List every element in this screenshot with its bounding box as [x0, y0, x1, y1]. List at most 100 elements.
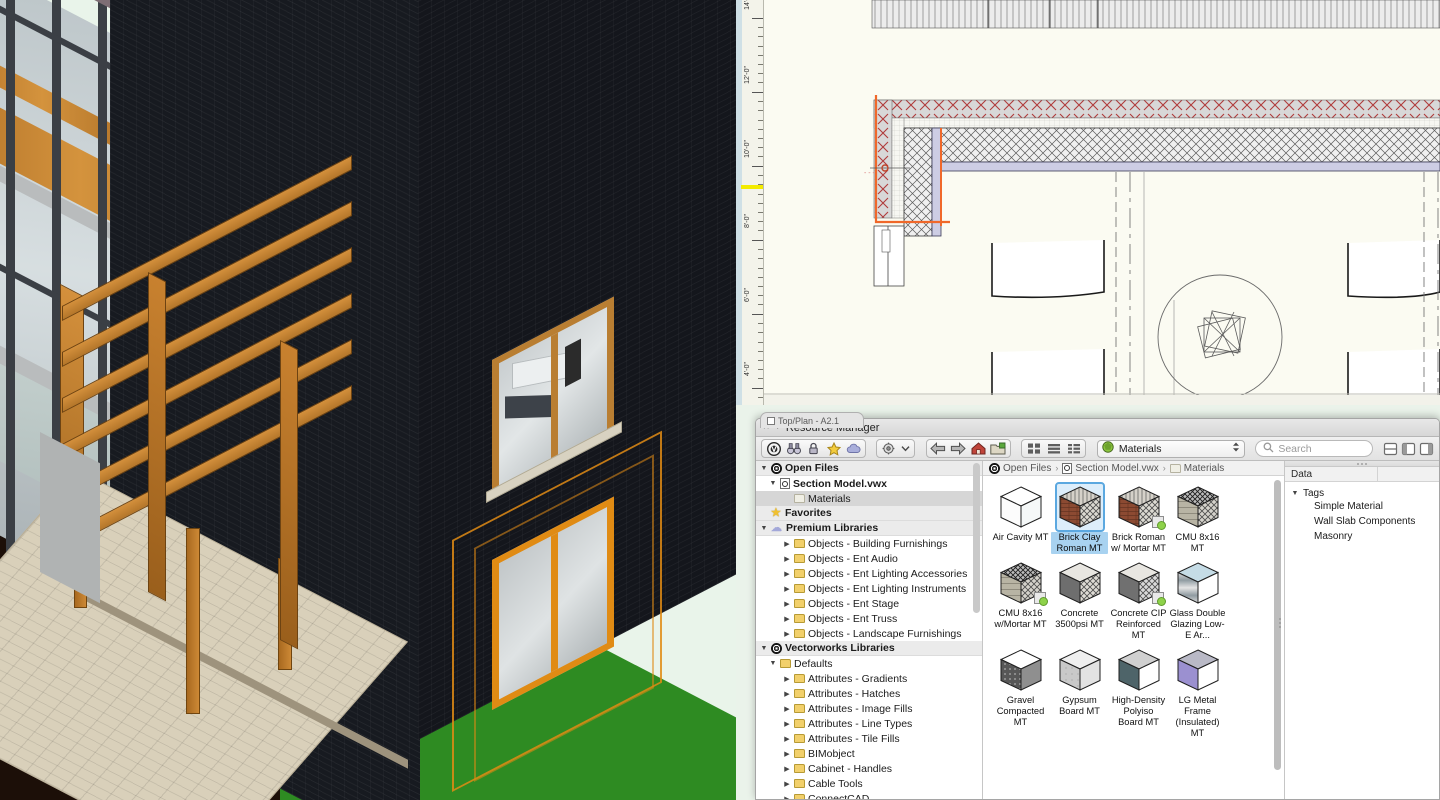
favorites-star-icon[interactable]	[824, 440, 843, 458]
tree-item[interactable]: Vectorworks Libraries	[756, 641, 982, 656]
tree-item[interactable]: Attributes - Gradients	[756, 671, 982, 686]
chevron-down-icon[interactable]	[899, 440, 912, 458]
material-thumbnail[interactable]	[1057, 560, 1103, 606]
tree-item[interactable]: Objects - Ent Stage	[756, 596, 982, 611]
tree-item[interactable]: Attributes - Line Types	[756, 716, 982, 731]
material-item[interactable]: High-Density Polyiso Board MT	[1110, 647, 1167, 739]
chevron-right-icon[interactable]	[783, 600, 791, 608]
cad-drawing-canvas[interactable]: - - -	[764, 0, 1440, 405]
chevron-right-icon[interactable]	[783, 795, 791, 800]
material-thumbnail[interactable]	[998, 560, 1048, 606]
lock-icon[interactable]	[804, 440, 823, 458]
resource-manager-window[interactable]: × + Resource Manager	[755, 418, 1440, 800]
chevron-right-icon[interactable]	[783, 780, 791, 788]
chevron-down-icon[interactable]	[760, 645, 768, 652]
breadcrumb-item[interactable]: Section Model.vwx	[1062, 462, 1159, 474]
view-list-icon[interactable]	[1044, 440, 1063, 458]
tag-item[interactable]: Simple Material	[1291, 499, 1439, 514]
resource-type-select[interactable]: Materials	[1096, 439, 1245, 458]
tree-item[interactable]: Materials	[756, 491, 982, 506]
toolbar-group-settings[interactable]	[876, 439, 916, 458]
tree-item[interactable]: Attributes - Hatches	[756, 686, 982, 701]
breadcrumb-item[interactable]: Materials	[1169, 463, 1224, 474]
chevron-right-icon[interactable]	[783, 540, 791, 548]
breadcrumb-item[interactable]: Open Files	[989, 462, 1051, 474]
resource-tree-panel[interactable]: Open Files Section Model.vwx Materials ★ Fav…	[756, 461, 983, 800]
tree-item[interactable]: Cable Tools	[756, 776, 982, 791]
resource-manager-toolbar[interactable]: Materials Search	[756, 437, 1439, 461]
tag-item[interactable]: Masonry	[1291, 529, 1439, 544]
chevron-right-icon[interactable]	[783, 615, 791, 623]
tree-item[interactable]: Attributes - Image Fills	[756, 701, 982, 716]
data-panel-grip[interactable]	[1357, 461, 1367, 466]
tree-item[interactable]: ConnectCAD	[756, 791, 982, 800]
material-item[interactable]: CMU 8x16 w/Mortar MT	[992, 560, 1049, 641]
material-item[interactable]: CMU 8x16 MT	[1169, 484, 1226, 554]
binoculars-icon[interactable]	[784, 440, 803, 458]
material-thumbnail[interactable]	[1175, 484, 1221, 530]
cad-plan-viewport[interactable]: - - - 14'-0" 12'-0" 10'-0" 8'-0" 6'-0" 4…	[736, 0, 1440, 405]
tags-group-header[interactable]: Tags	[1291, 488, 1439, 499]
chevron-down-icon[interactable]	[769, 480, 777, 487]
material-item[interactable]: Concrete 3500psi MT	[1051, 560, 1108, 641]
chevron-down-icon[interactable]	[760, 525, 768, 532]
toolbar-group-primary[interactable]	[761, 439, 866, 458]
tree-scrollbar[interactable]	[973, 463, 980, 613]
tree-item[interactable]: Cabinet - Handles	[756, 761, 982, 776]
pane-toggle-left-icon[interactable]	[1401, 440, 1416, 458]
material-thumbnail[interactable]	[1175, 647, 1221, 693]
home-icon[interactable]	[969, 440, 988, 458]
chevron-right-icon[interactable]	[783, 555, 791, 563]
tree-item[interactable]: Objects - Ent Lighting Accessories	[756, 566, 982, 581]
view-detail-icon[interactable]	[1064, 440, 1083, 458]
tree-item[interactable]: BIMobject	[756, 746, 982, 761]
tree-item[interactable]: Attributes - Tile Fills	[756, 731, 982, 746]
chevron-down-icon[interactable]	[760, 465, 768, 472]
tree-item[interactable]: ☁ Premium Libraries	[756, 521, 982, 536]
material-item[interactable]: Brick Clay Roman MT	[1051, 482, 1108, 554]
vectorworks-logo-icon[interactable]	[764, 440, 783, 458]
tree-item[interactable]: Objects - Ent Truss	[756, 611, 982, 626]
chevron-right-icon[interactable]	[783, 765, 791, 773]
chevron-right-icon[interactable]	[783, 675, 791, 683]
material-item[interactable]: Gravel Compacted MT	[992, 647, 1049, 739]
chevron-right-icon[interactable]	[783, 735, 791, 743]
material-item[interactable]: Brick Roman w/ Mortar MT	[1110, 484, 1167, 554]
tree-item[interactable]: ★ Favorites	[756, 506, 982, 521]
material-thumbnail[interactable]	[1116, 484, 1166, 530]
tree-item[interactable]: Section Model.vwx	[756, 476, 982, 491]
material-item[interactable]: LG Metal Frame (Insulated) MT	[1169, 647, 1226, 739]
chevron-right-icon[interactable]	[783, 720, 791, 728]
chevron-right-icon[interactable]	[783, 705, 791, 713]
material-thumbnail[interactable]	[1054, 482, 1105, 532]
chevron-right-icon[interactable]	[783, 690, 791, 698]
chevron-right-icon[interactable]	[783, 570, 791, 578]
chevron-down-icon[interactable]	[769, 660, 777, 667]
select-stepper-icon[interactable]	[1232, 441, 1240, 456]
tree-item[interactable]: Objects - Ent Audio	[756, 551, 982, 566]
new-folder-icon[interactable]	[989, 440, 1008, 458]
chevron-right-icon[interactable]	[783, 750, 791, 758]
view-thumbnail-icon[interactable]	[1024, 440, 1043, 458]
panel-splitter-handle[interactable]	[1276, 614, 1284, 632]
material-thumbnail[interactable]	[998, 484, 1044, 530]
chevron-right-icon[interactable]	[783, 630, 791, 638]
3d-model-viewport[interactable]	[0, 0, 736, 800]
breadcrumb[interactable]: Open Files › Section Model.vwx › Materials	[983, 461, 1284, 476]
tree-item[interactable]: Objects - Building Furnishings	[756, 536, 982, 551]
tree-item[interactable]: Objects - Landscape Furnishings	[756, 626, 982, 641]
material-thumbnail[interactable]	[1116, 647, 1162, 693]
gear-icon[interactable]	[879, 440, 898, 458]
nav-forward-icon[interactable]	[949, 440, 968, 458]
material-thumbnail[interactable]	[1116, 560, 1166, 606]
search-input[interactable]: Search	[1255, 440, 1373, 457]
material-thumbnail[interactable]	[1057, 647, 1103, 693]
material-thumbnail[interactable]	[1175, 560, 1221, 606]
pane-toggle-right-icon[interactable]	[1419, 440, 1434, 458]
tree-item[interactable]: Objects - Ent Lighting Instruments	[756, 581, 982, 596]
data-panel[interactable]: Data Tags Simple MaterialWall Slab Compo…	[1284, 461, 1439, 799]
material-item[interactable]: Glass Double Glazing Low-E Ar...	[1169, 560, 1226, 641]
tags-group[interactable]: Tags Simple MaterialWall Slab Components…	[1285, 482, 1439, 544]
chevron-right-icon[interactable]	[783, 585, 791, 593]
vertical-ruler[interactable]: 14'-0" 12'-0" 10'-0" 8'-0" 6'-0" 4'-0"	[736, 0, 764, 405]
